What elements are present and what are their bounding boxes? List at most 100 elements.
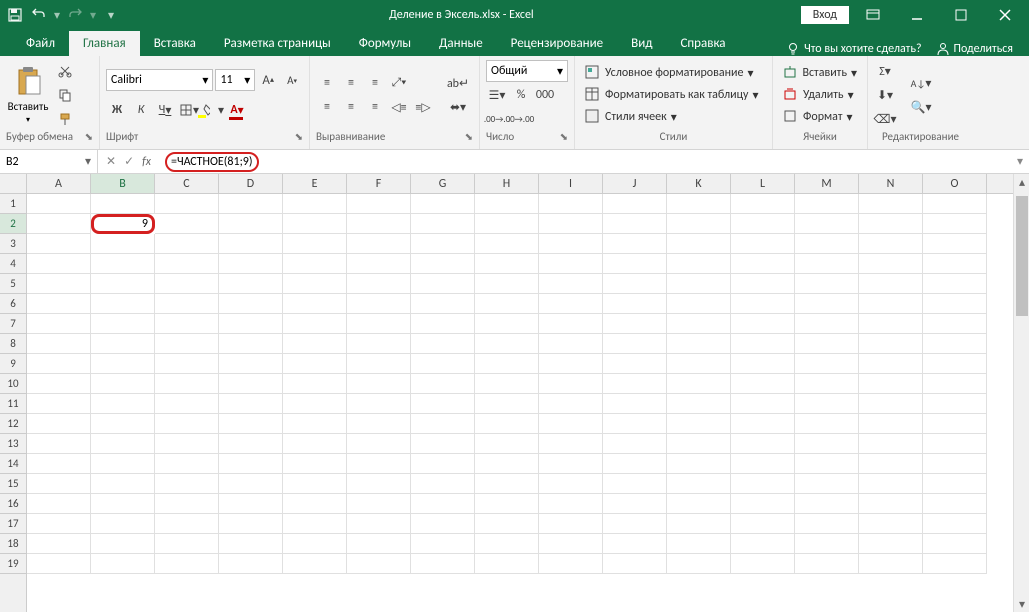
cell-M7[interactable] xyxy=(795,314,859,334)
cell-N2[interactable] xyxy=(859,214,923,234)
cell-D7[interactable] xyxy=(219,314,283,334)
cell-L8[interactable] xyxy=(731,334,795,354)
cell-O5[interactable] xyxy=(923,274,987,294)
cell-M11[interactable] xyxy=(795,394,859,414)
cell-J8[interactable] xyxy=(603,334,667,354)
vertical-scrollbar[interactable]: ▴ ▾ xyxy=(1013,174,1029,612)
cell-D18[interactable] xyxy=(219,534,283,554)
login-button[interactable]: Вход xyxy=(801,6,849,24)
cell-H3[interactable] xyxy=(475,234,539,254)
row-header-17[interactable]: 17 xyxy=(0,514,26,534)
row-header-18[interactable]: 18 xyxy=(0,534,26,554)
redo-dropdown-icon[interactable]: ▾ xyxy=(88,4,98,26)
cell-K19[interactable] xyxy=(667,554,731,574)
cell-G13[interactable] xyxy=(411,434,475,454)
cell-I17[interactable] xyxy=(539,514,603,534)
cell-D13[interactable] xyxy=(219,434,283,454)
bold-button[interactable]: Ж xyxy=(106,99,128,121)
col-header-A[interactable]: A xyxy=(27,174,91,193)
cell-J9[interactable] xyxy=(603,354,667,374)
cell-L19[interactable] xyxy=(731,554,795,574)
cell-N15[interactable] xyxy=(859,474,923,494)
cell-F18[interactable] xyxy=(347,534,411,554)
cell-D9[interactable] xyxy=(219,354,283,374)
cell-D4[interactable] xyxy=(219,254,283,274)
cell-M1[interactable] xyxy=(795,194,859,214)
cell-L4[interactable] xyxy=(731,254,795,274)
cell-F7[interactable] xyxy=(347,314,411,334)
align-middle-icon[interactable]: ≡ xyxy=(340,72,362,94)
cell-H15[interactable] xyxy=(475,474,539,494)
cell-C9[interactable] xyxy=(155,354,219,374)
cell-D15[interactable] xyxy=(219,474,283,494)
cell-H16[interactable] xyxy=(475,494,539,514)
cell-D6[interactable] xyxy=(219,294,283,314)
cell-J2[interactable] xyxy=(603,214,667,234)
cell-E3[interactable] xyxy=(283,234,347,254)
cell-L11[interactable] xyxy=(731,394,795,414)
cell-E1[interactable] xyxy=(283,194,347,214)
cell-G18[interactable] xyxy=(411,534,475,554)
col-header-E[interactable]: E xyxy=(283,174,347,193)
cell-N9[interactable] xyxy=(859,354,923,374)
cell-K7[interactable] xyxy=(667,314,731,334)
cell-K16[interactable] xyxy=(667,494,731,514)
cell-F13[interactable] xyxy=(347,434,411,454)
cell-F1[interactable] xyxy=(347,194,411,214)
tab-file[interactable]: Файл xyxy=(12,31,69,56)
cell-O18[interactable] xyxy=(923,534,987,554)
close-icon[interactable] xyxy=(985,0,1025,30)
col-header-C[interactable]: C xyxy=(155,174,219,193)
name-box-input[interactable] xyxy=(6,155,66,169)
cell-M16[interactable] xyxy=(795,494,859,514)
cell-C10[interactable] xyxy=(155,374,219,394)
cell-O1[interactable] xyxy=(923,194,987,214)
tab-insert[interactable]: Вставка xyxy=(140,31,210,56)
cell-D2[interactable] xyxy=(219,214,283,234)
cell-M19[interactable] xyxy=(795,554,859,574)
tab-help[interactable]: Справка xyxy=(666,31,739,56)
cell-N5[interactable] xyxy=(859,274,923,294)
accounting-icon[interactable]: ☰▾ xyxy=(486,84,508,106)
cell-N6[interactable] xyxy=(859,294,923,314)
cell-M9[interactable] xyxy=(795,354,859,374)
cell-M5[interactable] xyxy=(795,274,859,294)
cell-J5[interactable] xyxy=(603,274,667,294)
cell-L2[interactable] xyxy=(731,214,795,234)
cell-J7[interactable] xyxy=(603,314,667,334)
cell-N4[interactable] xyxy=(859,254,923,274)
orientation-icon[interactable]: ⤢▾ xyxy=(388,72,410,94)
cell-H9[interactable] xyxy=(475,354,539,374)
cell-L15[interactable] xyxy=(731,474,795,494)
cell-L9[interactable] xyxy=(731,354,795,374)
cell-N1[interactable] xyxy=(859,194,923,214)
cell-F15[interactable] xyxy=(347,474,411,494)
sort-filter-icon[interactable]: A↓▾ xyxy=(906,72,936,94)
cell-L7[interactable] xyxy=(731,314,795,334)
cell-G6[interactable] xyxy=(411,294,475,314)
cell-B7[interactable] xyxy=(91,314,155,334)
cell-A10[interactable] xyxy=(27,374,91,394)
cell-I8[interactable] xyxy=(539,334,603,354)
borders-icon[interactable]: ▾ xyxy=(178,99,200,121)
cell-H17[interactable] xyxy=(475,514,539,534)
cell-L12[interactable] xyxy=(731,414,795,434)
cell-D19[interactable] xyxy=(219,554,283,574)
insert-function-icon[interactable]: fx xyxy=(142,155,151,169)
cell-F14[interactable] xyxy=(347,454,411,474)
cell-K18[interactable] xyxy=(667,534,731,554)
font-name-combo[interactable]: Calibri▾ xyxy=(106,69,213,91)
undo-dropdown-icon[interactable]: ▾ xyxy=(52,4,62,26)
cell-K8[interactable] xyxy=(667,334,731,354)
insert-cells-button[interactable]: Вставить▾ xyxy=(779,63,861,83)
col-header-B[interactable]: B xyxy=(91,174,155,193)
cell-O13[interactable] xyxy=(923,434,987,454)
cell-M12[interactable] xyxy=(795,414,859,434)
cell-J1[interactable] xyxy=(603,194,667,214)
cell-B1[interactable] xyxy=(91,194,155,214)
tab-formulas[interactable]: Формулы xyxy=(345,31,425,56)
cell-D11[interactable] xyxy=(219,394,283,414)
cell-N3[interactable] xyxy=(859,234,923,254)
cell-N11[interactable] xyxy=(859,394,923,414)
clear-icon[interactable]: ⌫▾ xyxy=(874,108,896,130)
